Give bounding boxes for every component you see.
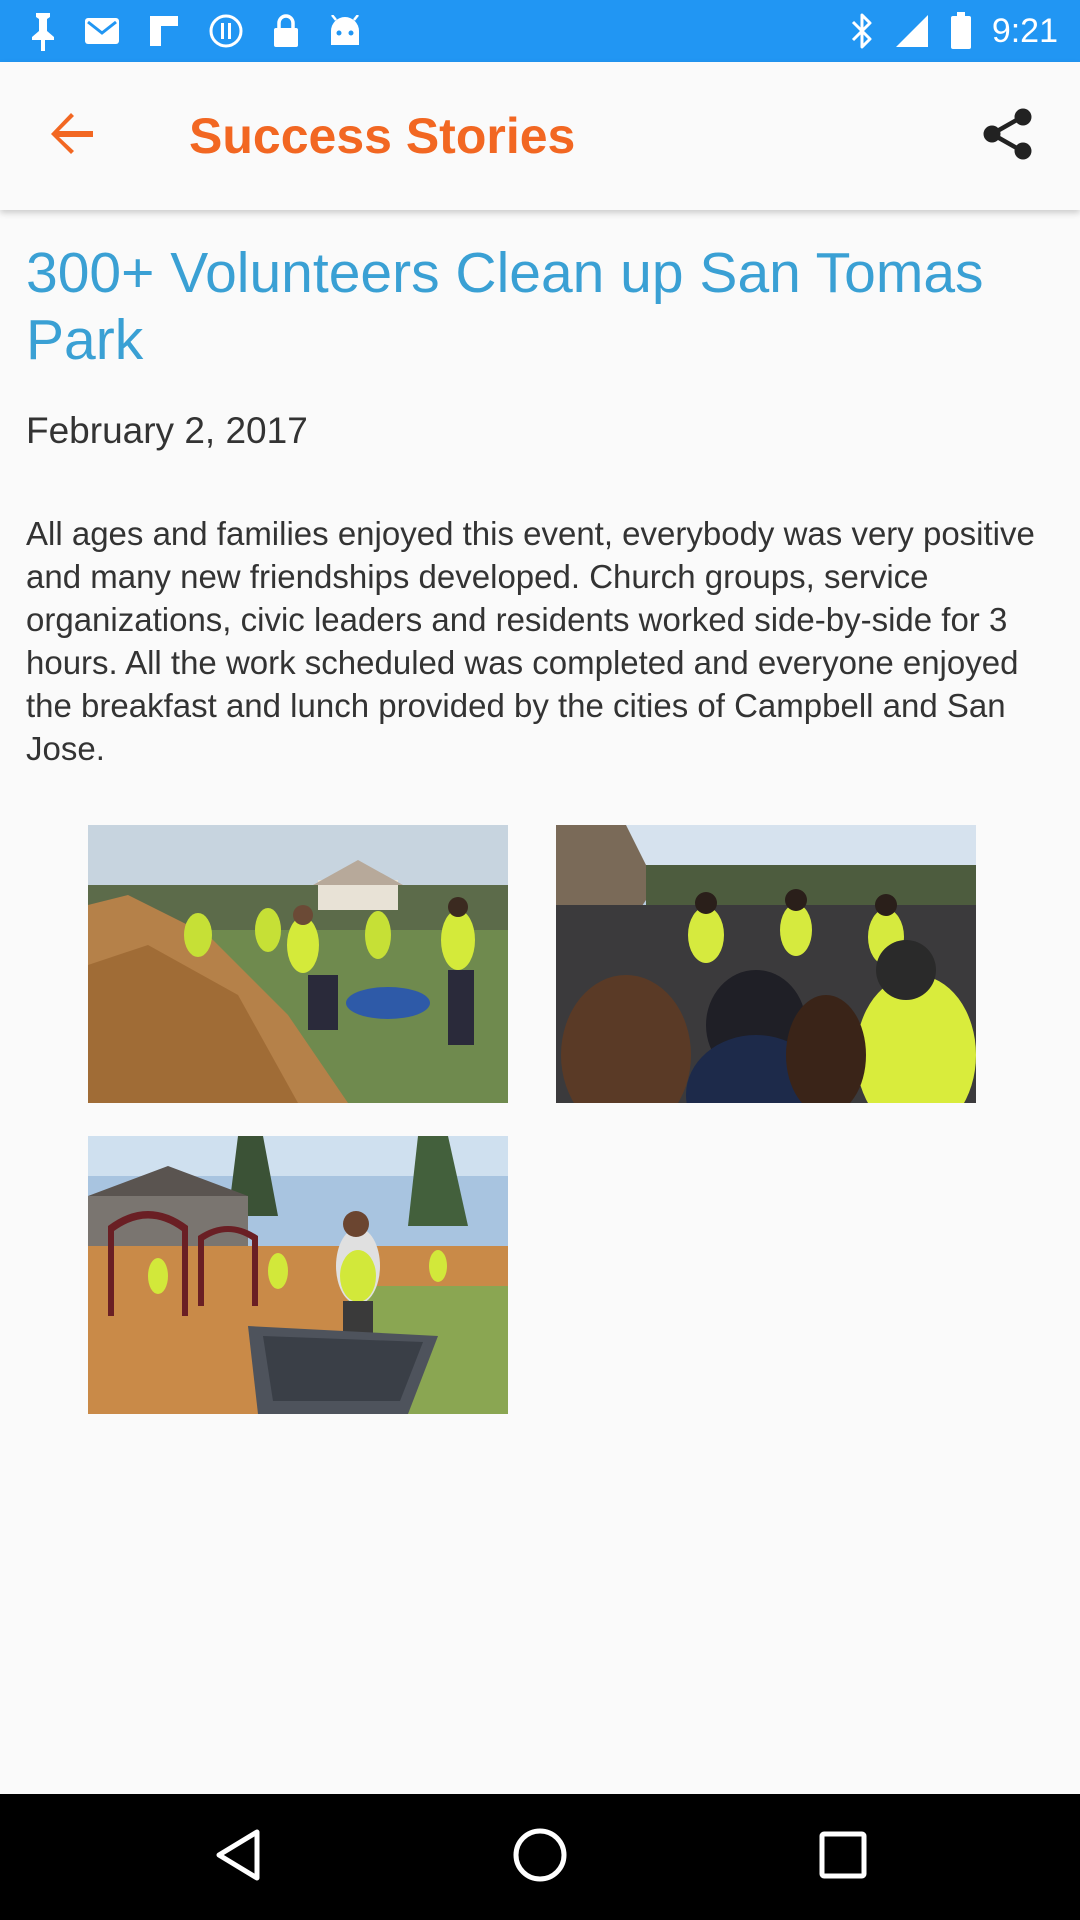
nav-back-icon bbox=[213, 1828, 263, 1887]
share-button[interactable] bbox=[962, 90, 1054, 182]
app-bar: Success Stories bbox=[0, 62, 1080, 210]
status-system-icons: 9:21 bbox=[850, 0, 1058, 62]
status-notification-icons bbox=[30, 0, 362, 62]
article-photo[interactable] bbox=[88, 825, 508, 1103]
battery-icon bbox=[950, 12, 972, 50]
share-icon bbox=[982, 107, 1034, 166]
article-photo[interactable] bbox=[556, 825, 976, 1103]
page-title: Success Stories bbox=[189, 108, 576, 164]
nav-home-button[interactable] bbox=[500, 1817, 580, 1897]
nav-recents-button[interactable] bbox=[803, 1817, 883, 1897]
article-photo[interactable] bbox=[88, 1136, 508, 1414]
gmail-icon bbox=[84, 17, 120, 45]
bluetooth-icon bbox=[850, 12, 874, 50]
article-body: All ages and families enjoyed this event… bbox=[26, 515, 1035, 767]
status-bar: 9:21 bbox=[0, 0, 1080, 62]
nav-recents-icon bbox=[819, 1831, 867, 1884]
article-date: February 2, 2017 bbox=[26, 410, 308, 451]
article-title: 300+ Volunteers Clean up San Tomas Park bbox=[26, 241, 984, 372]
lock-icon bbox=[272, 13, 300, 49]
notification-pin-icon bbox=[30, 11, 56, 51]
status-time: 9:21 bbox=[991, 11, 1058, 50]
article-content[interactable]: 300+ Volunteers Clean up San Tomas Park … bbox=[0, 210, 1080, 1794]
nav-home-icon bbox=[512, 1827, 568, 1888]
signal-icon bbox=[894, 13, 930, 49]
nav-back-button[interactable] bbox=[198, 1817, 278, 1897]
flipboard-icon bbox=[148, 14, 180, 48]
arrow-back-icon bbox=[49, 111, 95, 162]
back-button[interactable] bbox=[26, 90, 118, 182]
data-saver-icon bbox=[208, 13, 244, 49]
system-nav-bar bbox=[0, 1794, 1080, 1920]
android-icon bbox=[328, 15, 362, 47]
